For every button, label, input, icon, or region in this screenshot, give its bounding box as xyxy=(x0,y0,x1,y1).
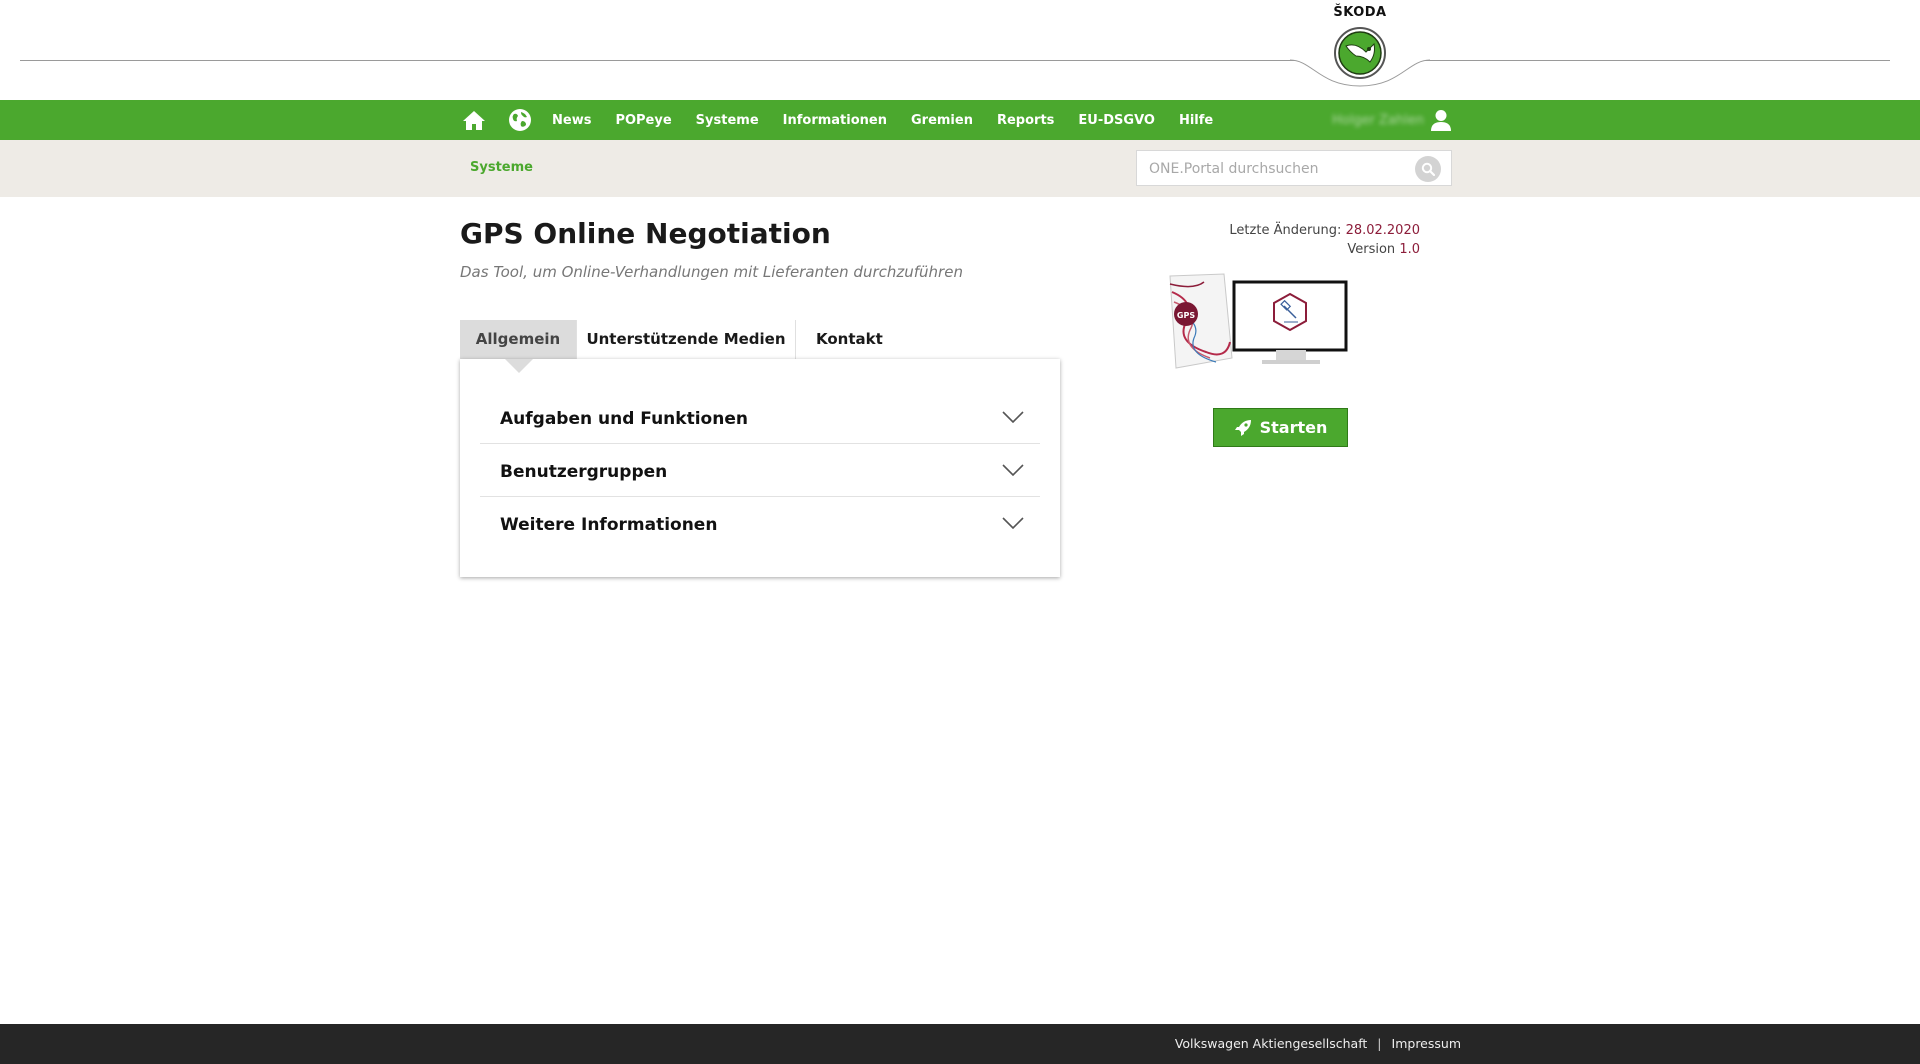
version-value: 1.0 xyxy=(1399,242,1420,257)
tab-unterstuetzende-medien[interactable]: Unterstützende Medien xyxy=(577,320,796,359)
chevron-down-icon[interactable] xyxy=(1002,411,1024,423)
nav-item-popeye[interactable]: POPeye xyxy=(615,113,671,128)
nav-item-hilfe[interactable]: Hilfe xyxy=(1179,113,1213,128)
search-box xyxy=(1136,150,1452,186)
user-name[interactable]: Holger Zahlen xyxy=(1332,113,1424,128)
accordion-label: Benutzergruppen xyxy=(500,462,668,482)
nav-item-reports[interactable]: Reports xyxy=(997,113,1054,128)
nav-item-eu-dsgvo[interactable]: EU-DSGVO xyxy=(1078,113,1155,128)
accordion-label: Aufgaben und Funktionen xyxy=(500,409,748,429)
active-tab-pointer xyxy=(505,359,533,373)
top-header: ŠKODA xyxy=(0,0,1920,100)
footer-links: Volkswagen Aktiengesellschaft | Impressu… xyxy=(1175,1036,1461,1051)
page-footer: Volkswagen Aktiengesellschaft | Impressu… xyxy=(0,1024,1920,1064)
version-info: Letzte Änderung: 28.02.2020 Version 1.0 xyxy=(1229,221,1420,259)
start-button-label: Starten xyxy=(1259,418,1328,437)
tab-allgemein[interactable]: Allgemein xyxy=(460,320,577,359)
search-button[interactable] xyxy=(1415,156,1441,182)
version-row: Version 1.0 xyxy=(1229,240,1420,259)
skoda-logo[interactable]: ŠKODA xyxy=(1290,0,1430,92)
breadcrumb-bar: Systeme xyxy=(0,140,1920,197)
nav-item-gremien[interactable]: Gremien xyxy=(911,113,973,128)
accordion-weitere-informationen[interactable]: Weitere Informationen xyxy=(480,497,1040,549)
breadcrumb-systeme[interactable]: Systeme xyxy=(470,160,533,175)
nav-item-news[interactable]: News xyxy=(552,113,591,128)
accordion-aufgaben-und-funktionen[interactable]: Aufgaben und Funktionen xyxy=(480,391,1040,444)
chevron-down-icon[interactable] xyxy=(1002,517,1024,529)
accordion-label: Weitere Informationen xyxy=(500,515,718,535)
header-divider-line xyxy=(20,60,1890,61)
last-change-value: 28.02.2020 xyxy=(1345,223,1420,238)
search-icon xyxy=(1421,162,1435,176)
start-button[interactable]: Starten xyxy=(1213,408,1348,447)
page-subtitle: Das Tool, um Online-Verhandlungen mit Li… xyxy=(460,263,963,281)
last-change-row: Letzte Änderung: 28.02.2020 xyxy=(1229,221,1420,240)
page-title: GPS Online Negotiation xyxy=(460,217,831,250)
user-icon[interactable] xyxy=(1430,109,1452,131)
chevron-down-icon[interactable] xyxy=(1002,464,1024,476)
nav-item-systeme[interactable]: Systeme xyxy=(696,113,759,128)
tab-bar: Allgemein Unterstützende Medien Kontakt xyxy=(460,320,903,359)
tab-kontakt[interactable]: Kontakt xyxy=(796,320,903,359)
footer-link-impressum[interactable]: Impressum xyxy=(1392,1036,1461,1051)
last-change-label: Letzte Änderung: xyxy=(1229,223,1342,238)
nav-items-container: News POPeye Systeme Informationen Gremie… xyxy=(460,100,1237,140)
main-navigation: News POPeye Systeme Informationen Gremie… xyxy=(0,100,1920,140)
nav-item-informationen[interactable]: Informationen xyxy=(783,113,887,128)
globe-icon[interactable] xyxy=(506,106,534,134)
version-label: Version xyxy=(1347,242,1396,257)
brand-wordmark: ŠKODA xyxy=(1333,5,1387,20)
gps-product-illustration: GPS xyxy=(1169,273,1348,369)
footer-link-volkswagen[interactable]: Volkswagen Aktiengesellschaft xyxy=(1175,1036,1367,1051)
gps-badge-text: GPS xyxy=(1177,311,1195,320)
accordion-benutzergruppen[interactable]: Benutzergruppen xyxy=(480,444,1040,497)
rocket-icon xyxy=(1234,419,1251,436)
user-menu[interactable]: Holger Zahlen xyxy=(1332,100,1452,140)
home-icon[interactable] xyxy=(460,106,488,134)
search-input[interactable] xyxy=(1147,157,1401,181)
tab-panel-allgemein: Aufgaben und Funktionen Benutzergruppen … xyxy=(460,359,1060,577)
footer-separator: | xyxy=(1377,1036,1382,1051)
